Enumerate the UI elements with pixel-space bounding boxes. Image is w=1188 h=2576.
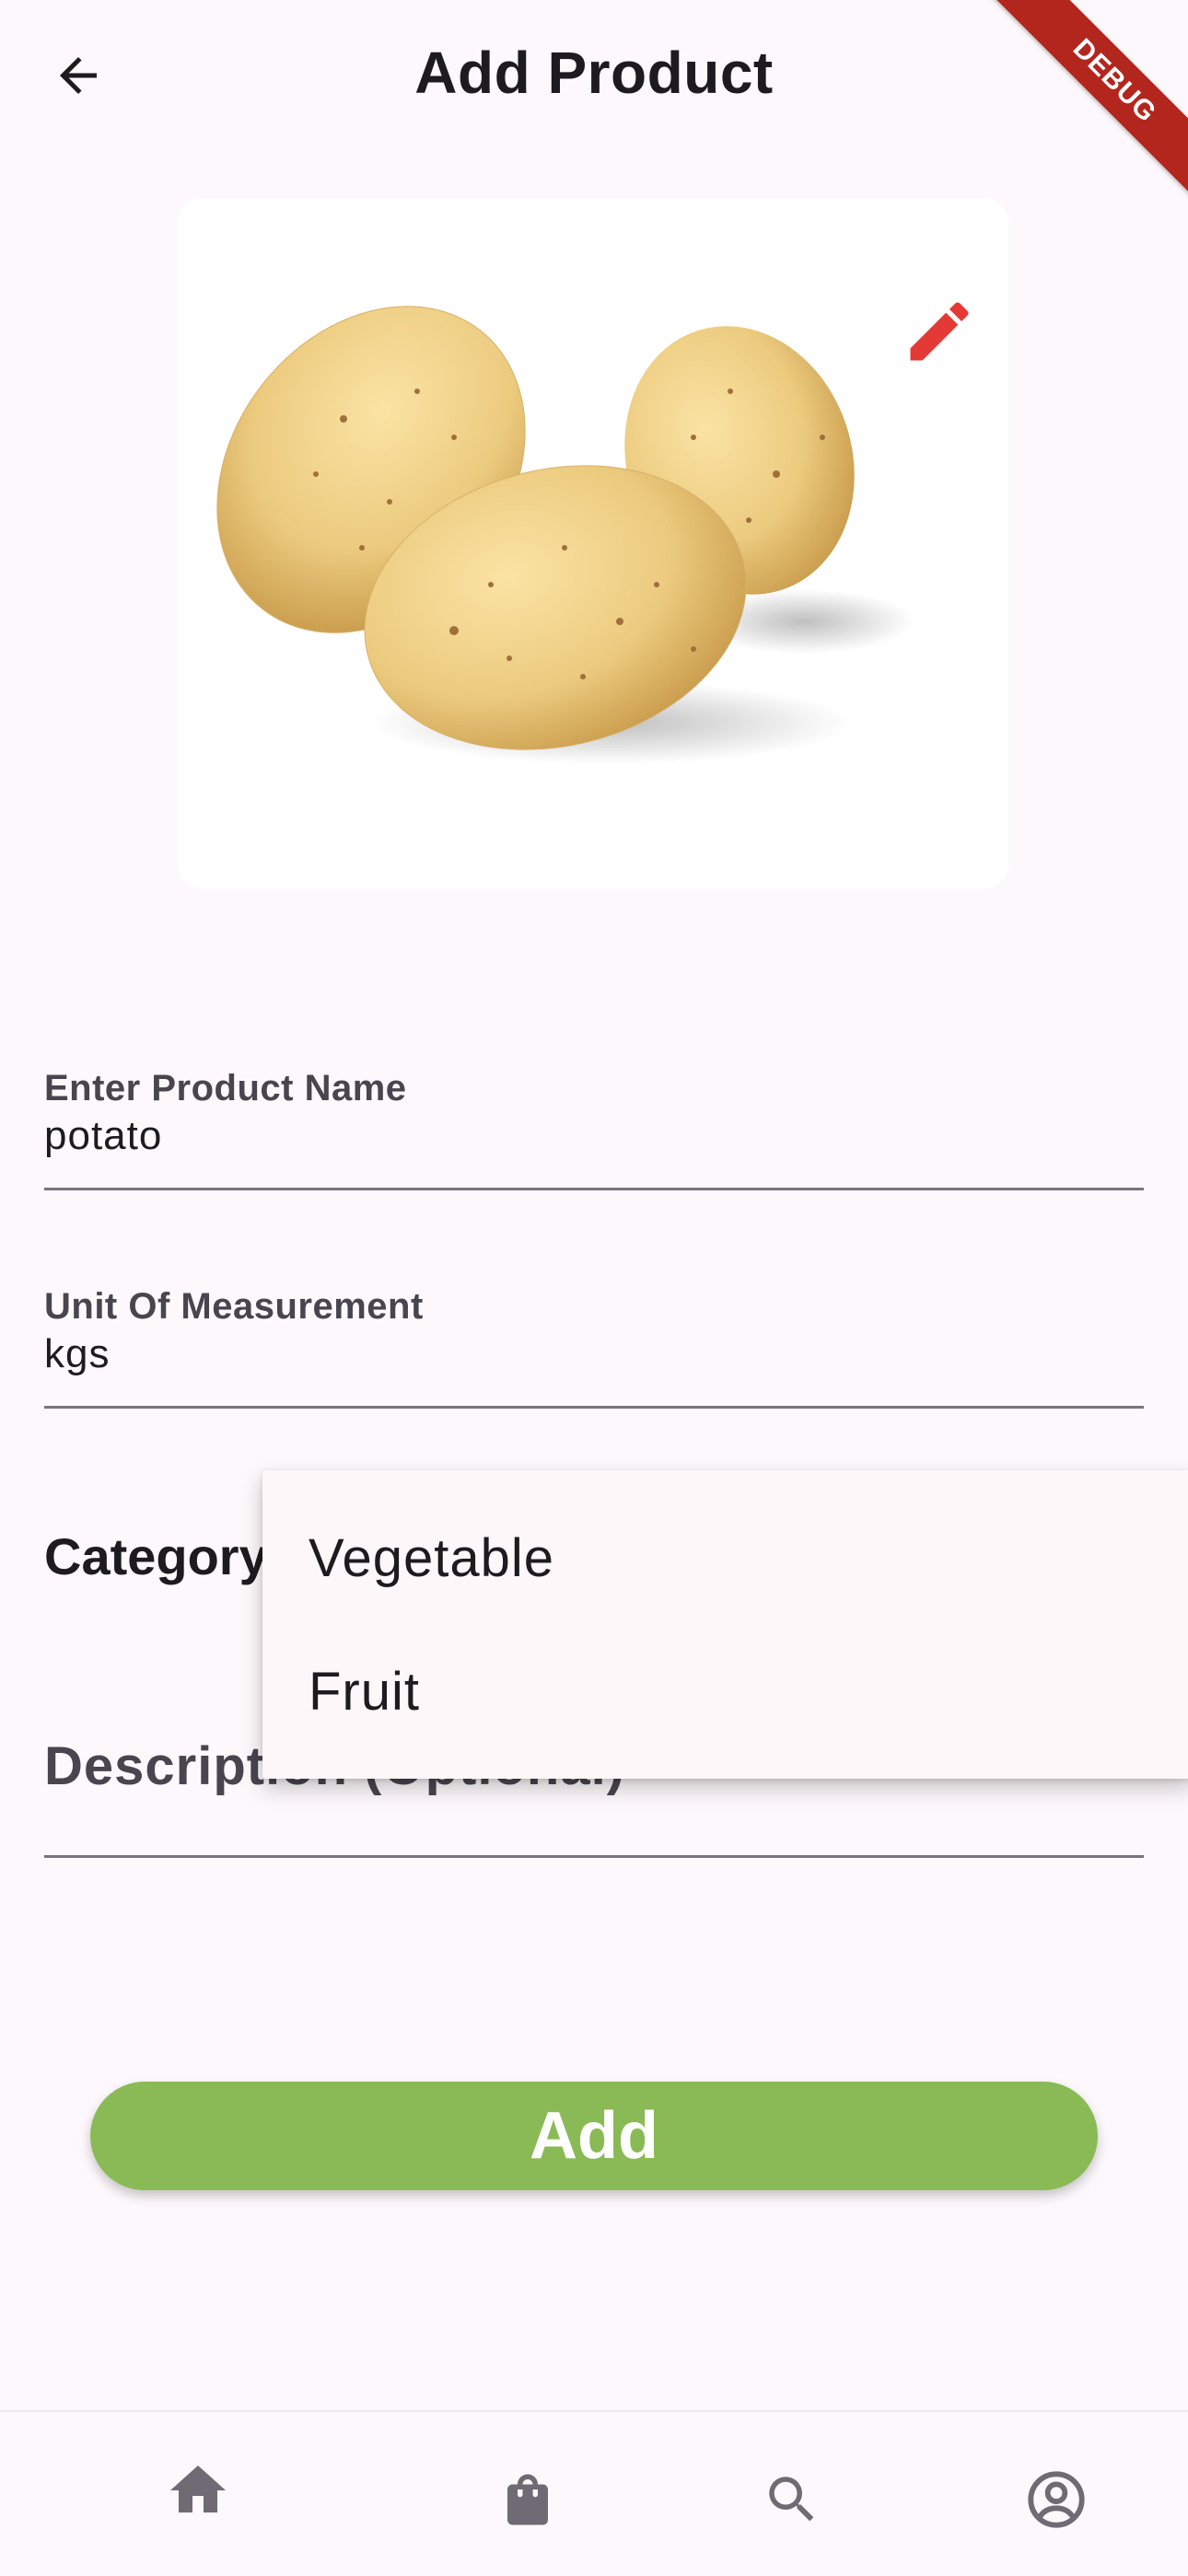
shopping-bag-icon <box>507 2474 548 2525</box>
app-bar: Add Product <box>0 0 1188 152</box>
unit-value[interactable]: kgs <box>44 1331 1144 1377</box>
nav-search[interactable] <box>741 2449 843 2550</box>
edit-image-button[interactable] <box>889 281 990 382</box>
home-icon <box>170 2466 226 2512</box>
product-name-field[interactable]: Enter Product Name potato <box>44 1068 1144 1192</box>
product-name-value[interactable]: potato <box>44 1113 1144 1159</box>
product-name-underline <box>44 1188 1144 1190</box>
nav-shop[interactable] <box>477 2449 578 2550</box>
category-dropdown-menu: Vegetable Fruit <box>262 1470 1188 1779</box>
unit-of-measurement-field[interactable]: Unit Of Measurement kgs <box>44 1286 1144 1410</box>
pencil-icon <box>910 302 969 361</box>
nav-profile[interactable] <box>1006 2449 1107 2550</box>
unit-label: Unit Of Measurement <box>44 1286 424 1327</box>
dropdown-option-vegetable[interactable]: Vegetable <box>262 1493 1188 1622</box>
potato-image <box>216 306 914 764</box>
dropdown-option-fruit[interactable]: Fruit <box>262 1627 1188 1756</box>
category-label: Category <box>44 1527 268 1585</box>
bottom-navigation <box>0 2410 1188 2576</box>
product-image[interactable] <box>178 198 1008 888</box>
account-circle-icon <box>1028 2471 1085 2528</box>
page-title: Add Product <box>414 40 774 106</box>
unit-underline <box>44 1406 1144 1409</box>
nav-home[interactable] <box>147 2440 249 2541</box>
search-icon <box>769 2477 814 2522</box>
add-button[interactable]: Add <box>90 2082 1098 2190</box>
product-name-label: Enter Product Name <box>44 1068 407 1108</box>
description-underline <box>44 1855 1144 1858</box>
